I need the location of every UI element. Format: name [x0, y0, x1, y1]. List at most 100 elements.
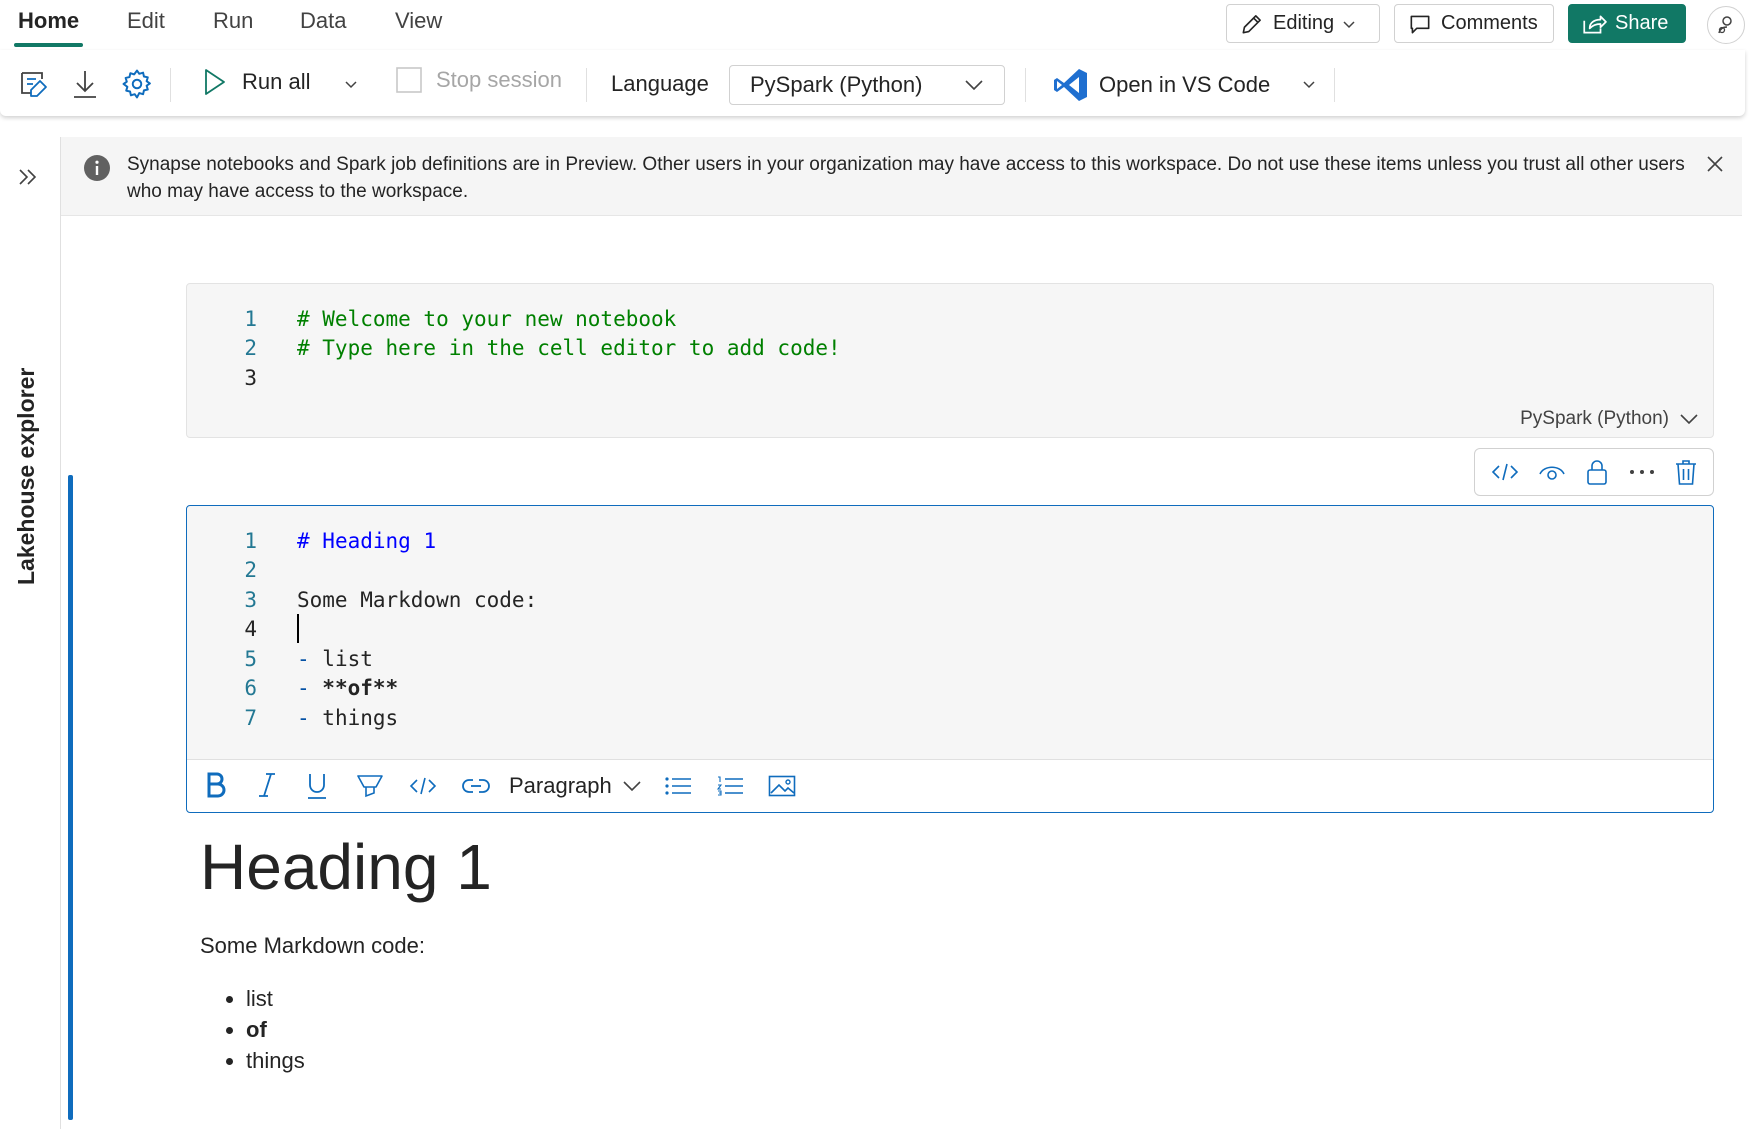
stop-icon: [396, 67, 422, 93]
list-item: list: [246, 983, 305, 1014]
code-view-icon[interactable]: [1490, 460, 1520, 484]
open-in-vscode-button[interactable]: Open in VS Code: [1053, 67, 1270, 103]
settings-gear-icon[interactable]: [120, 67, 154, 101]
code-line: # Heading 1: [297, 529, 436, 558]
code-line: - things: [297, 706, 398, 735]
list-item: things: [246, 1045, 305, 1076]
cell-language-value: PySpark (Python): [1520, 408, 1669, 429]
notebook-edit-icon[interactable]: [18, 68, 50, 100]
ribbon-divider: [586, 68, 587, 102]
code-line: - **of**: [297, 676, 398, 705]
line-number: 2: [244, 558, 257, 582]
top-tab-bar: Home Edit Run Data View Editing Comments…: [0, 0, 1749, 50]
rendered-paragraph: Some Markdown code:: [200, 933, 425, 958]
language-select[interactable]: PySpark (Python): [729, 65, 1005, 105]
line-number: 5: [244, 647, 257, 671]
line-number: 1: [244, 529, 257, 553]
link-icon[interactable]: [461, 776, 491, 796]
list-item: of: [246, 1014, 305, 1045]
line-number: 7: [244, 706, 257, 730]
stop-session-button[interactable]: Stop session: [396, 67, 562, 93]
bulleted-list-icon[interactable]: [664, 776, 692, 796]
bold-icon[interactable]: [205, 771, 227, 799]
chevron-down-icon: [1679, 412, 1699, 426]
ribbon-divider: [170, 68, 171, 102]
line-number: 3: [244, 588, 257, 612]
run-options-chevron-icon[interactable]: [344, 78, 358, 92]
tab-edit[interactable]: Edit: [127, 8, 165, 34]
highlight-icon[interactable]: [356, 773, 384, 799]
vscode-icon: [1053, 67, 1089, 103]
info-icon: [83, 154, 111, 182]
line-number: 4: [244, 617, 257, 641]
line-number: 1: [244, 307, 257, 331]
code-cell[interactable]: 1 # Welcome to your new notebook 2 # Typ…: [186, 283, 1714, 438]
code-icon[interactable]: [409, 775, 437, 797]
chevron-down-icon: [622, 779, 642, 793]
comments-label: Comments: [1441, 12, 1538, 34]
ribbon-divider: [1025, 68, 1026, 102]
banner-message: Synapse notebooks and Spark job definiti…: [127, 154, 1685, 202]
markdown-cell[interactable]: 1 # Heading 1 2 3 Some Markdown code: 4 …: [186, 505, 1714, 813]
bullet-marker: -: [297, 647, 310, 671]
share-icon: [1581, 12, 1607, 36]
markdown-format-toolbar: Paragraph: [187, 759, 1713, 812]
italic-icon[interactable]: [257, 771, 277, 799]
home-ribbon: Run all Stop session Language PySpark (P…: [0, 50, 1745, 116]
more-options-icon[interactable]: [1627, 467, 1657, 477]
paragraph-label: Paragraph: [509, 773, 612, 798]
tab-run[interactable]: Run: [213, 8, 253, 34]
comments-button[interactable]: Comments: [1394, 4, 1554, 43]
code-line: # Welcome to your new notebook: [297, 307, 677, 331]
share-label: Share: [1615, 12, 1669, 34]
play-icon: [202, 67, 228, 97]
language-label: Language: [611, 71, 709, 96]
code-line: - list: [297, 647, 373, 676]
lock-icon[interactable]: [1585, 458, 1609, 486]
delete-trash-icon[interactable]: [1674, 458, 1698, 486]
tab-view[interactable]: View: [395, 8, 442, 34]
heading-text: Heading 1: [309, 529, 437, 553]
tab-data[interactable]: Data: [300, 8, 346, 34]
paragraph-style-select[interactable]: Paragraph: [509, 773, 642, 799]
comment-icon: [1407, 11, 1433, 37]
rendered-heading: Heading 1: [200, 831, 492, 903]
download-icon[interactable]: [70, 68, 100, 100]
vscode-options-chevron-icon[interactable]: [1302, 78, 1316, 92]
user-collaborators-icon[interactable]: [1707, 6, 1745, 44]
chevron-down-icon: [1342, 17, 1356, 31]
heading-marker: #: [297, 529, 310, 553]
code-line: # Type here in the cell editor to add co…: [297, 336, 841, 360]
run-all-button[interactable]: Run all: [202, 67, 310, 97]
editing-label: Editing: [1273, 12, 1335, 34]
preview-eye-icon[interactable]: [1537, 460, 1567, 484]
active-cell-indicator: [68, 475, 73, 1120]
lakehouse-explorer-rail: Lakehouse explorer: [0, 137, 61, 1129]
tab-home[interactable]: Home: [18, 8, 79, 34]
code-line: Some Markdown code:: [297, 588, 538, 612]
run-all-label: Run all: [242, 69, 311, 94]
chevron-down-icon: [964, 78, 984, 92]
line-number: 6: [244, 676, 257, 700]
ribbon-divider: [1334, 68, 1335, 102]
cell-language-select[interactable]: PySpark (Python): [1520, 408, 1699, 430]
expand-chevrons-icon[interactable]: [17, 167, 39, 187]
stop-session-label: Stop session: [436, 67, 562, 92]
underline-icon[interactable]: [306, 771, 328, 801]
bullet-text: **of**: [309, 676, 399, 700]
language-label-wrap: Language: [611, 71, 709, 97]
line-number: 3: [244, 366, 257, 390]
editing-mode-button[interactable]: Editing: [1226, 4, 1380, 43]
active-tab-indicator: [14, 43, 83, 47]
language-value: PySpark (Python): [750, 72, 923, 97]
markdown-preview: Heading 1 Some Markdown code: list of th…: [200, 830, 492, 1073]
bullet-marker: -: [297, 676, 310, 700]
image-icon[interactable]: [768, 775, 796, 797]
bullet-text: things: [309, 706, 399, 730]
lakehouse-explorer-toggle[interactable]: Lakehouse explorer: [13, 368, 40, 585]
bullet-marker: -: [297, 706, 310, 730]
rendered-list: list of things: [222, 983, 305, 1076]
numbered-list-icon[interactable]: [716, 775, 744, 797]
close-icon[interactable]: [1706, 155, 1724, 173]
share-button[interactable]: Share: [1568, 4, 1686, 43]
